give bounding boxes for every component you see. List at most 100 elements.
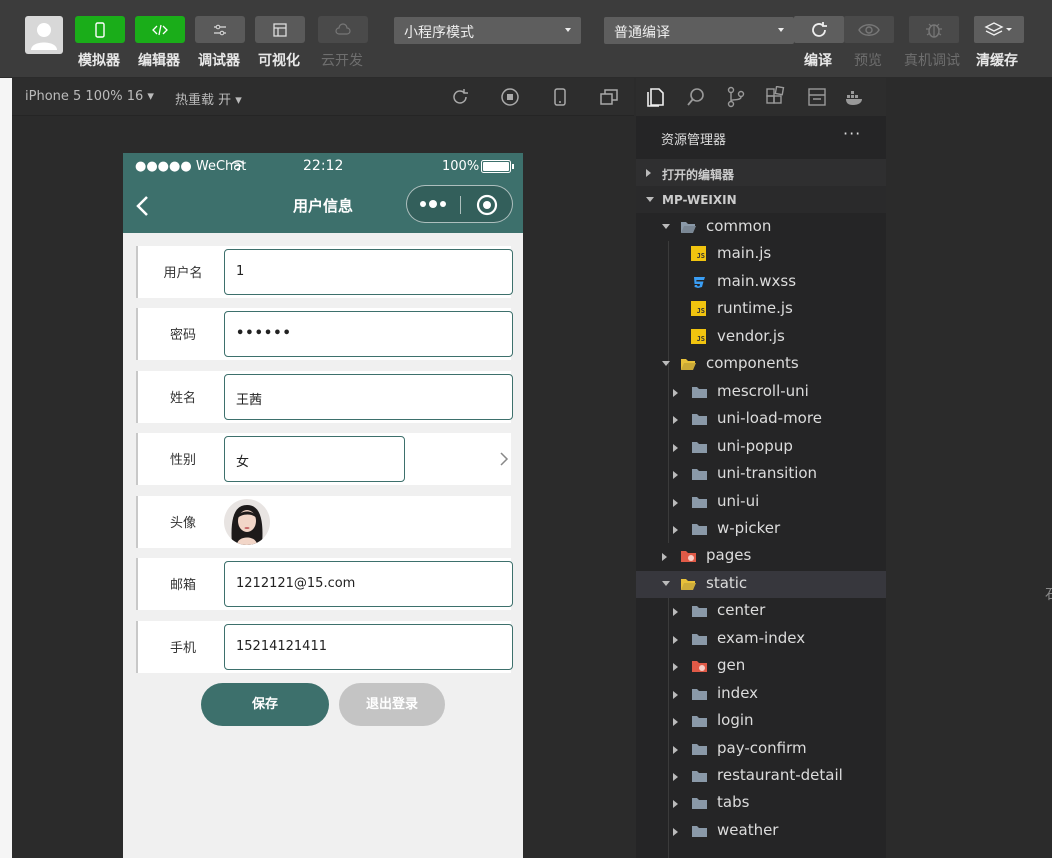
folder-icon [691,411,708,427]
folder-icon [691,795,708,811]
compile-select[interactable]: 普通编译 [604,17,794,44]
tree-item-restaurant-detail[interactable]: restaurant-detail [636,763,886,790]
save-button[interactable]: 保存 [201,683,329,726]
more-dots-icon[interactable] [419,199,449,209]
preview-label: 预览 [854,53,882,69]
files-icon[interactable] [645,86,667,108]
clock: 22:12 [303,158,344,174]
tree-item-center[interactable]: center [636,598,886,625]
tree-item-components[interactable]: components [636,351,886,378]
password-input[interactable]: •••••• [224,311,513,357]
tree-item-pay-confirm[interactable]: pay-confirm [636,736,886,763]
username-input[interactable]: 1 [224,249,513,295]
toolbar-label: 调试器 [198,53,240,69]
preview-button[interactable] [844,16,894,43]
open-editors-section[interactable]: 打开的编辑器 [636,159,886,186]
search-icon[interactable] [685,86,707,108]
tree-item-uni-transition[interactable]: uni-transition [636,461,886,488]
phone-frame-icon[interactable] [551,88,569,106]
left-panel-edge [0,78,12,858]
layout-icon [273,22,287,37]
tree-item-tabs[interactable]: tabs [636,790,886,817]
clear-cache-button[interactable] [974,16,1024,43]
close-miniprogram-icon[interactable] [476,194,498,216]
folder-icon [691,494,708,510]
tree-item-runtime-js[interactable]: JS runtime.js [636,296,886,323]
detach-window-icon[interactable] [600,88,618,106]
battery-icon [481,160,514,173]
field-label: 用户名 [163,266,203,281]
wifi-icon [231,160,245,171]
tree-item-uni-popup[interactable]: uni-popup [636,434,886,461]
user-avatar[interactable] [25,16,63,54]
mode-select[interactable]: 小程序模式 [394,17,581,44]
chevron-right-icon [673,718,678,727]
stop-icon[interactable] [501,88,519,106]
tree-item-static[interactable]: static [636,570,886,598]
tree-item-uni-ui[interactable]: uni-ui [636,489,886,516]
chevron-right-icon [673,388,678,397]
tree-item-common[interactable]: common [636,214,886,241]
tree-item-main-js[interactable]: JS main.js [636,241,886,268]
sliders-icon [214,24,226,35]
layout-panel-icon[interactable] [806,86,828,108]
capsule-menu [406,185,513,223]
top-toolbar: 模拟器 编辑器 调试器 可视化 云开发 小程序模式 普通编译 编译 预览 真机调试 清缓… [0,0,1052,77]
remote-debug-button[interactable] [909,16,959,43]
refresh-icon [812,21,827,37]
extensions-icon[interactable] [764,86,786,108]
folder-icon [691,603,708,619]
more-options-icon[interactable]: ··· [843,124,861,143]
tree-item-pages[interactable]: pages [636,543,886,570]
chevron-right-icon [673,745,678,754]
toolbar-button-0[interactable] [75,16,125,43]
chevron-right-icon[interactable] [497,450,511,468]
email-input[interactable]: 1212121@15.com [224,561,513,607]
docker-icon[interactable] [844,86,866,108]
tree-item-label: index [717,683,759,702]
tree-item-label: common [706,217,772,235]
toolbar-button-3[interactable] [255,16,305,43]
device-select[interactable]: iPhone 5 100% 16 ▾ [25,89,154,104]
tree-item-label: main.wxss [717,271,797,290]
hot-reload-toggle[interactable]: 热重载 开 ▾ [175,89,242,108]
toolbar-label: 云开发 [321,53,363,69]
tree-item-vendor-js[interactable]: JS vendor.js [636,324,886,351]
name-input[interactable]: 王茜 [224,374,513,420]
compile-button[interactable] [794,16,844,43]
tree-item-main-wxss[interactable]: main.wxss [636,269,886,296]
signal-text: ●●●●● WeChat [135,159,247,174]
tree-item-uni-load-more[interactable]: uni-load-more [636,406,886,433]
tree-item-weather[interactable]: weather [636,818,886,845]
tree-item-gen[interactable]: gen [636,653,886,680]
chevron-right-icon [673,663,678,672]
tree-item-index[interactable]: index [636,681,886,708]
tree-item-w-picker[interactable]: w-picker [636,516,886,543]
code-icon [152,24,168,35]
rotate-icon[interactable] [451,88,469,106]
gender-picker[interactable]: 女 [224,436,405,482]
tree-item-exam-index[interactable]: exam-index [636,626,886,653]
chevron-right-icon [673,471,678,480]
form-row-name: 姓名 王茜 [136,371,513,423]
toolbar-button-2[interactable] [195,16,245,43]
css-file-icon [691,274,708,290]
field-label: 性别 [169,453,196,468]
phone-icon [95,21,105,38]
folder-icon [691,384,708,400]
project-section[interactable]: MP-WEIXIN [636,186,886,213]
logout-button[interactable]: 退出登录 [339,683,445,726]
avatar-image[interactable] [224,499,270,545]
chevron-right-icon [673,827,678,836]
tree-item-label: gen [717,656,746,675]
tree-item-login[interactable]: login [636,708,886,735]
folder-icon [691,686,708,702]
phone-input[interactable]: 15214121411 [224,624,513,670]
toolbar-label: 模拟器 [78,53,120,69]
toolbar-button-1[interactable] [135,16,185,43]
mode-select-value: 小程序模式 [404,25,474,41]
tree-item-mescroll-uni[interactable]: mescroll-uni [636,379,886,406]
source-control-icon[interactable] [725,86,747,108]
chevron-right-icon [673,800,678,809]
toolbar-button-4[interactable] [318,16,368,43]
